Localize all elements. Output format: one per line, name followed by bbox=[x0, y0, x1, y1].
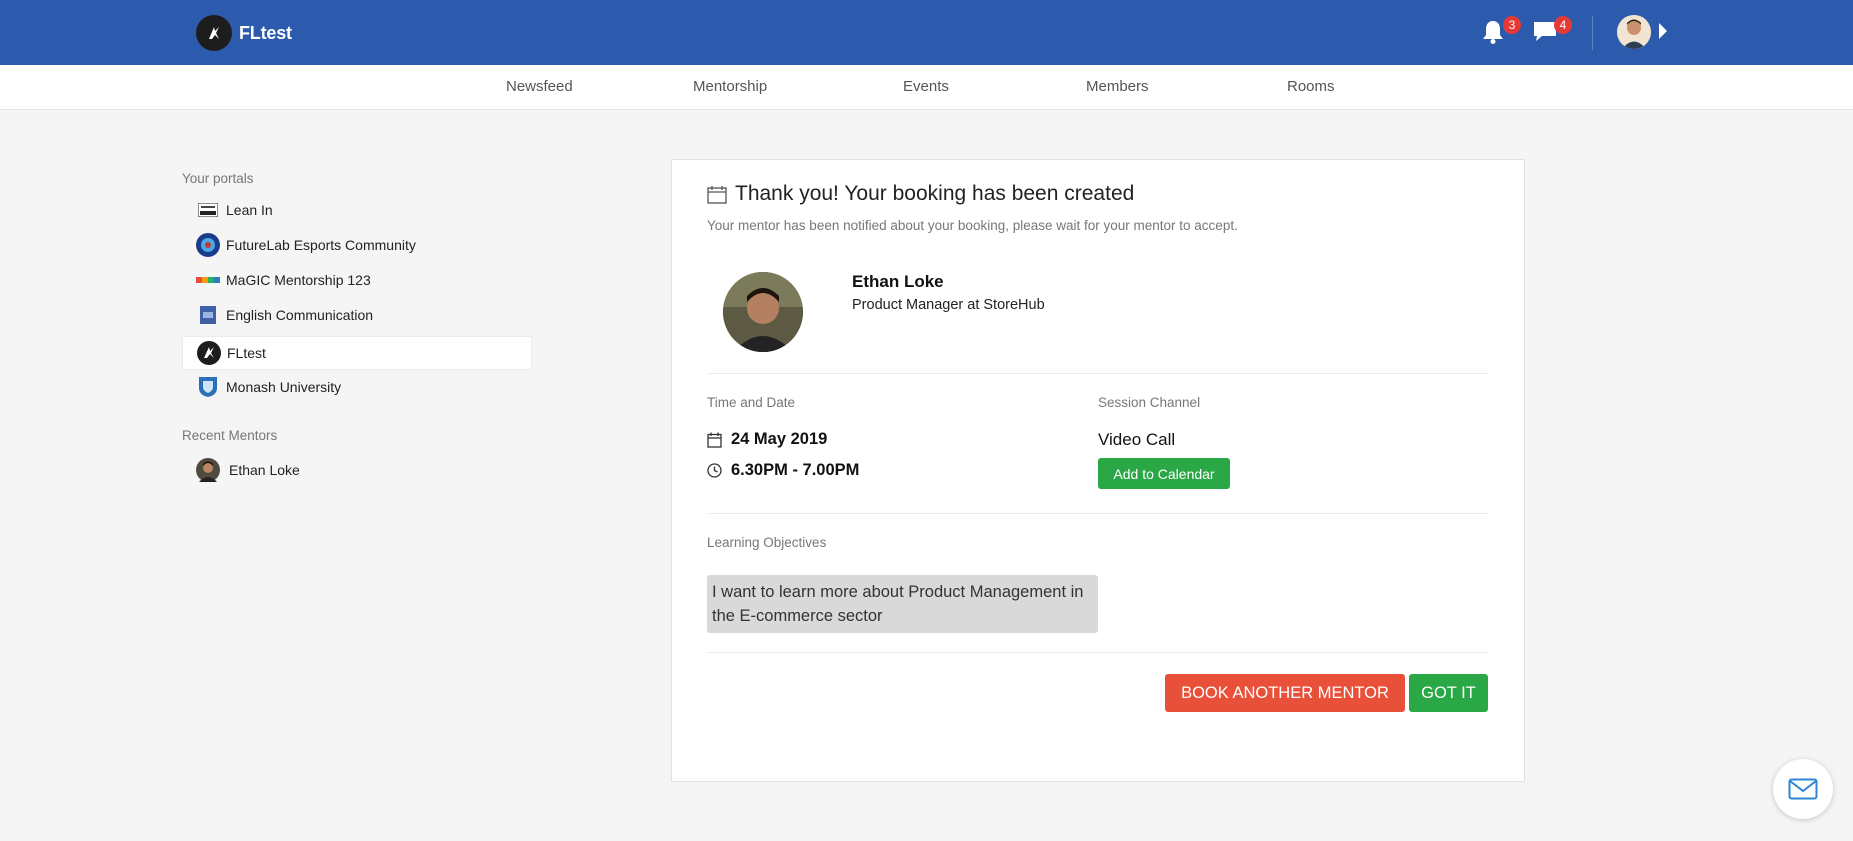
lean-in-logo-icon bbox=[196, 198, 220, 222]
messages-button[interactable]: 4 bbox=[1532, 16, 1572, 47]
brand-name: FLtest bbox=[239, 22, 292, 43]
profile-caret-icon[interactable] bbox=[1659, 23, 1667, 39]
brand-logo-icon bbox=[196, 15, 232, 51]
nav-members[interactable]: Members bbox=[1086, 78, 1149, 95]
portal-item-futurelab-esports[interactable]: FutureLab Esports Community bbox=[182, 228, 532, 262]
date-row: 24 May 2019 bbox=[707, 430, 827, 449]
portal-item-fltest[interactable]: FLtest bbox=[182, 336, 532, 370]
add-to-calendar-button[interactable]: Add to Calendar bbox=[1098, 458, 1230, 489]
recent-mentor-item[interactable]: Ethan Loke bbox=[182, 453, 532, 487]
time-row: 6.30PM - 7.00PM bbox=[707, 461, 859, 480]
book-another-mentor-button[interactable]: BOOK ANOTHER MENTOR bbox=[1165, 674, 1405, 712]
booking-title: Thank you! Your booking has been created bbox=[735, 182, 1135, 205]
card-header: Thank you! Your booking has been created bbox=[707, 182, 1134, 206]
got-it-button[interactable]: GOT IT bbox=[1409, 674, 1488, 712]
session-time: 6.30PM - 7.00PM bbox=[731, 461, 860, 479]
mentor-avatar bbox=[196, 458, 220, 482]
notifications-button[interactable]: 3 bbox=[1481, 16, 1521, 47]
user-avatar[interactable] bbox=[1617, 15, 1651, 49]
bell-icon bbox=[1483, 21, 1503, 44]
messages-badge: 4 bbox=[1554, 16, 1572, 34]
portal-label: Lean In bbox=[226, 202, 273, 218]
notifications-badge: 3 bbox=[1503, 16, 1521, 34]
booking-subtitle: Your mentor has been notified about your… bbox=[707, 218, 1238, 233]
session-date: 24 May 2019 bbox=[731, 430, 828, 448]
nav-events[interactable]: Events bbox=[903, 78, 949, 95]
mentor-photo bbox=[723, 272, 803, 352]
learning-objectives-label: Learning Objectives bbox=[707, 535, 827, 550]
recent-mentors-heading: Recent Mentors bbox=[182, 428, 278, 443]
magic-logo-icon bbox=[196, 268, 220, 292]
nav-newsfeed[interactable]: Newsfeed bbox=[506, 78, 573, 95]
recent-mentor-name: Ethan Loke bbox=[229, 462, 300, 478]
portal-label: MaGIC Mentorship 123 bbox=[226, 272, 371, 288]
portal-label: English Communication bbox=[226, 307, 374, 323]
portal-item-monash-university[interactable]: Monash University bbox=[182, 370, 532, 404]
calendar-icon bbox=[707, 185, 727, 204]
brand[interactable]: FLtest bbox=[196, 15, 292, 51]
portal-item-lean-in[interactable]: Lean In bbox=[182, 193, 532, 227]
portal-item-english-communication[interactable]: English Communication bbox=[182, 298, 532, 332]
header-divider bbox=[1592, 16, 1593, 50]
english-logo-icon bbox=[196, 303, 220, 327]
portal-label: Monash University bbox=[226, 379, 342, 395]
main-nav: Newsfeed Mentorship Events Members Rooms bbox=[0, 65, 1853, 110]
portal-item-magic-mentorship[interactable]: MaGIC Mentorship 123 bbox=[182, 263, 532, 297]
contact-mail-button[interactable] bbox=[1773, 759, 1833, 819]
clock-icon bbox=[707, 463, 722, 478]
monash-logo-icon bbox=[196, 375, 220, 399]
calendar-icon bbox=[707, 432, 722, 448]
portal-label: FutureLab Esports Community bbox=[226, 237, 416, 253]
fltest-logo-icon bbox=[197, 341, 221, 365]
time-date-label: Time and Date bbox=[707, 395, 796, 410]
portals-heading: Your portals bbox=[182, 171, 254, 186]
divider bbox=[707, 513, 1489, 514]
booking-confirmation-card: Thank you! Your booking has been created… bbox=[671, 159, 1525, 782]
divider bbox=[707, 373, 1489, 374]
mentor-role: Product Manager at StoreHub bbox=[852, 297, 1045, 313]
nav-mentorship[interactable]: Mentorship bbox=[693, 78, 767, 95]
top-header: FLtest 3 4 bbox=[0, 0, 1853, 65]
portal-label: FLtest bbox=[227, 345, 266, 361]
envelope-icon bbox=[1788, 778, 1818, 800]
session-channel-label: Session Channel bbox=[1098, 395, 1201, 410]
divider bbox=[707, 652, 1489, 653]
esports-logo-icon bbox=[196, 233, 220, 257]
nav-rooms[interactable]: Rooms bbox=[1287, 78, 1335, 95]
session-channel: Video Call bbox=[1098, 430, 1176, 449]
learning-objective-text: I want to learn more about Product Manag… bbox=[707, 575, 1098, 633]
mentor-name: Ethan Loke bbox=[852, 272, 944, 291]
